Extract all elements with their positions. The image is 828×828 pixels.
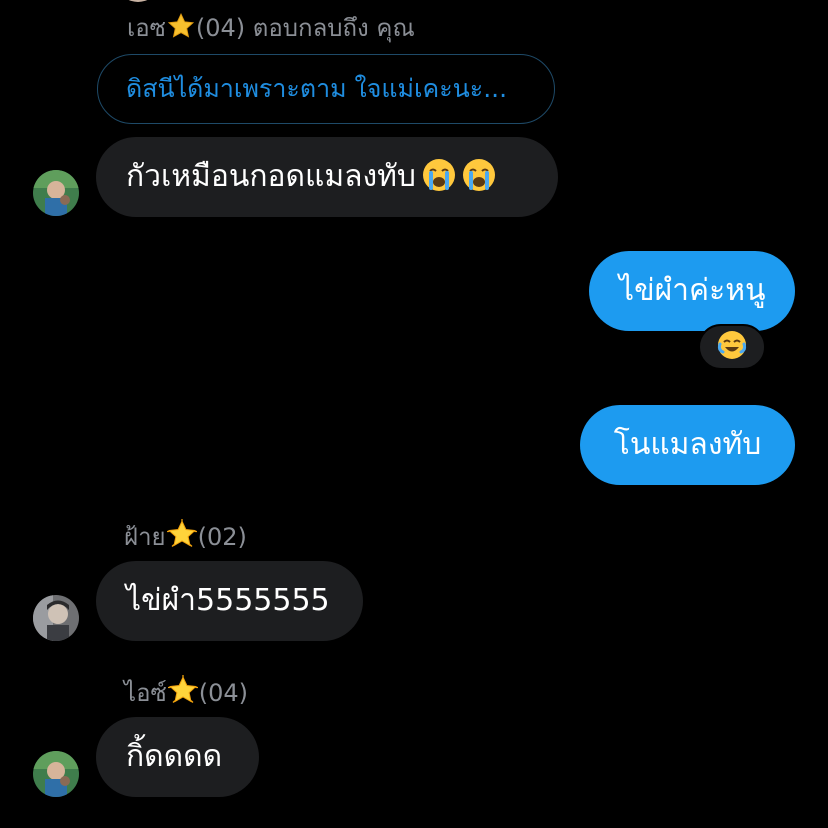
sender-label: ฝ้าย (02) (124, 519, 247, 557)
avatar[interactable] (33, 595, 79, 641)
sender-label: ไอซ์ (04) (124, 675, 248, 713)
message-text: ไข่ผำ5555555 (126, 583, 330, 618)
avatar[interactable] (33, 751, 79, 797)
message-bubble[interactable]: กิ้ดดดด (96, 717, 259, 797)
sender-name: ไอซ์ (124, 679, 167, 707)
message-bubble[interactable]: กัวเหมือนกอดแมลงทับ (96, 137, 558, 217)
reply-header: เอซ (04) ตอบกลบถึง คุณ (127, 12, 415, 48)
message-bubble[interactable]: ไข่ผำ5555555 (96, 561, 363, 641)
loudly-crying-face-icon (462, 143, 496, 223)
glowing-star-icon (167, 675, 198, 713)
reply-preview-text: ดิสนีได้มาเพราะตาม ใจแม่เคะนะ... (126, 74, 508, 103)
face-with-tears-of-joy-icon (717, 330, 747, 364)
sender-suffix: (04) (198, 679, 249, 707)
reply-sender-name: เอซ (127, 14, 166, 42)
sender-suffix: (02) (197, 523, 247, 551)
sender-name: ฝ้าย (124, 523, 166, 551)
glowing-star-icon (166, 519, 197, 557)
message-text: โนแมลงทับ (613, 427, 762, 462)
message-text: ไข่ผำค่ะหนู (619, 273, 766, 308)
avatar[interactable] (33, 170, 79, 216)
avatar-top-partial (118, 0, 158, 6)
reaction-badge[interactable] (698, 324, 766, 370)
reply-header-suffix: (04) ตอบกลบถึง คุณ (195, 14, 415, 42)
star-icon (167, 12, 195, 48)
loudly-crying-face-icon (422, 143, 456, 223)
message-text: กัวเหมือนกอดแมลงทับ (126, 159, 416, 194)
message-text: กิ้ดดดด (126, 739, 223, 774)
message-bubble-outgoing[interactable]: ไข่ผำค่ะหนู (589, 251, 795, 331)
message-bubble-outgoing[interactable]: โนแมลงทับ (580, 405, 795, 485)
reply-preview[interactable]: ดิสนีได้มาเพราะตาม ใจแม่เคะนะ... (97, 54, 555, 124)
